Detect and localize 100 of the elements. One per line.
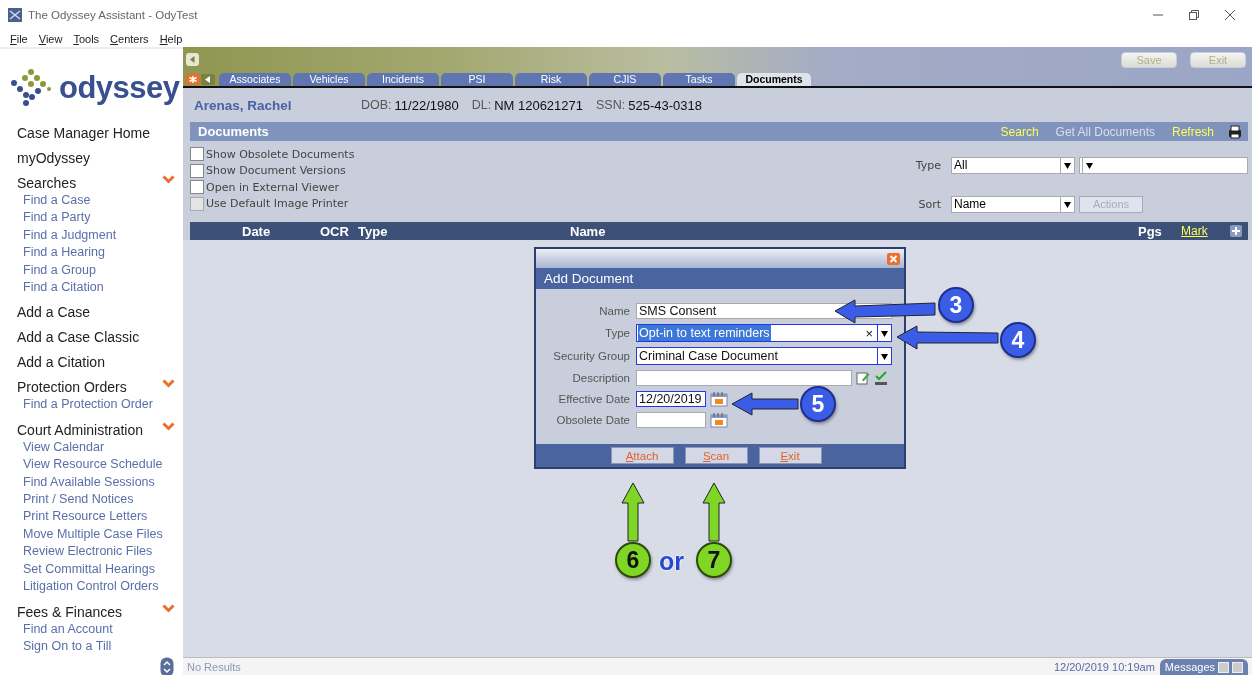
nav-link[interactable]: Find a Protection Order bbox=[23, 396, 153, 414]
edit-note-icon[interactable] bbox=[856, 371, 870, 385]
scroll-icon[interactable] bbox=[160, 657, 174, 675]
nav-link[interactable]: Find an Account bbox=[23, 620, 113, 638]
arrow bbox=[621, 482, 645, 542]
tab[interactable]: Incidents bbox=[367, 73, 439, 86]
status-message: No Results bbox=[186, 660, 242, 673]
printer-icon[interactable] bbox=[1228, 124, 1242, 139]
asterisk-icon[interactable] bbox=[186, 74, 200, 85]
spellcheck-icon[interactable] bbox=[874, 370, 888, 386]
section-heading[interactable]: Court Administration bbox=[17, 421, 144, 439]
status-datetime: 12/20/2019 10:19am bbox=[1053, 660, 1155, 673]
date-field[interactable]: 12/20/2019 bbox=[636, 391, 706, 407]
field-label: Name bbox=[598, 305, 630, 317]
nav-link[interactable]: Set Committal Hearings bbox=[23, 560, 155, 579]
field-value: 11/22/1980 bbox=[394, 97, 459, 113]
mark-link[interactable]: Mark bbox=[1181, 224, 1230, 238]
dropdown[interactable]: All bbox=[951, 156, 1075, 174]
dropdown[interactable]: Criminal Case Document bbox=[636, 347, 892, 365]
menu-item[interactable]: Help bbox=[159, 32, 183, 45]
checkbox-label: Show Obsolete Documents bbox=[206, 147, 355, 161]
date-field[interactable] bbox=[636, 412, 706, 428]
restore-icon[interactable] bbox=[1188, 9, 1200, 21]
person-name: Arenas, Rachel bbox=[194, 97, 293, 113]
field-label: Type bbox=[915, 158, 942, 172]
nav-link[interactable]: Find Available Sessions bbox=[23, 473, 155, 492]
section-heading[interactable]: Searches bbox=[17, 175, 77, 192]
app-icon bbox=[8, 8, 22, 22]
toolbar-link[interactable]: Refresh bbox=[1171, 124, 1214, 139]
field-value: NM 120621271 bbox=[494, 97, 584, 113]
arrow bbox=[702, 482, 726, 542]
nav-link[interactable]: Print Resource Letters bbox=[23, 508, 148, 526]
checkbox[interactable] bbox=[190, 147, 204, 161]
field-label: Description bbox=[571, 372, 630, 384]
column-header: Date bbox=[242, 223, 272, 239]
nav-link[interactable]: Add a Case bbox=[17, 304, 91, 322]
section-heading[interactable]: Protection Orders bbox=[17, 379, 127, 397]
nav-link[interactable]: Sign On to a Till bbox=[23, 637, 112, 656]
checkbox[interactable] bbox=[190, 163, 204, 178]
dropdown[interactable]: Opt-in to text reminders × bbox=[636, 324, 892, 342]
calendar-icon[interactable] bbox=[710, 412, 728, 428]
tab[interactable]: Documents bbox=[737, 73, 811, 86]
dropdown[interactable]: Name bbox=[951, 195, 1075, 213]
field-label: DOB: bbox=[361, 98, 392, 112]
nav-link[interactable]: Add a Case Classic bbox=[17, 329, 140, 347]
nav-link[interactable]: Review Electronic Files bbox=[23, 543, 153, 561]
nav-link[interactable]: Find a Citation bbox=[23, 279, 104, 297]
messages-tab[interactable]: Messages bbox=[1159, 659, 1248, 675]
close-icon[interactable] bbox=[1224, 9, 1236, 21]
tab[interactable]: Risk bbox=[515, 73, 587, 86]
caret-icon[interactable] bbox=[877, 324, 891, 342]
column-header: OCR bbox=[320, 223, 350, 239]
nav-link[interactable]: Find a Group bbox=[23, 261, 96, 280]
checkbox[interactable] bbox=[190, 180, 204, 194]
tab[interactable]: Associates bbox=[219, 73, 291, 86]
nav-link[interactable]: Case Manager Home bbox=[17, 125, 151, 142]
tab[interactable]: PSI bbox=[441, 73, 513, 86]
checkbox-label: Show Document Versions bbox=[206, 164, 346, 177]
panel-title: Documents bbox=[198, 124, 270, 139]
section-heading[interactable]: Fees & Finances bbox=[17, 603, 123, 621]
field-label: Sort bbox=[917, 197, 942, 211]
field-label: Type bbox=[604, 327, 630, 339]
tab[interactable]: Vehicles bbox=[293, 73, 365, 86]
odyssey-logo: odyssey bbox=[11, 69, 180, 107]
menu-item[interactable]: View bbox=[38, 32, 63, 45]
menu-item[interactable]: File bbox=[10, 32, 28, 45]
text-field[interactable] bbox=[636, 370, 852, 386]
caret-icon[interactable] bbox=[877, 347, 891, 365]
nav-link[interactable]: Add a Citation bbox=[17, 354, 105, 372]
field-label: Security Group bbox=[552, 350, 630, 362]
toolbar-link[interactable]: Search bbox=[1000, 124, 1039, 139]
nav-link[interactable]: View Resource Schedule bbox=[23, 456, 163, 474]
nav-link[interactable]: Find a Hearing bbox=[23, 244, 105, 262]
checkbox-label: Use Default Image Printer bbox=[206, 197, 349, 210]
tab[interactable]: CJIS bbox=[589, 73, 661, 86]
nav-link[interactable]: View Calendar bbox=[23, 438, 105, 457]
nav-link[interactable]: Find a Judgment bbox=[23, 226, 117, 245]
arrow bbox=[731, 392, 799, 416]
menu-item[interactable]: Centers bbox=[110, 32, 149, 45]
joiner-text: or bbox=[659, 547, 684, 576]
nav-link[interactable]: Print / Send Notices bbox=[23, 491, 134, 509]
menu-item[interactable]: Tools bbox=[73, 32, 100, 45]
nav-link[interactable]: myOdyssey bbox=[17, 150, 91, 167]
caret-icon[interactable] bbox=[1060, 196, 1074, 212]
caret-icon[interactable] bbox=[1060, 157, 1074, 173]
close-icon[interactable] bbox=[887, 252, 900, 265]
nav-link[interactable]: Find a Case bbox=[23, 192, 91, 210]
checkbox-label: Open in External Viewer bbox=[206, 180, 339, 194]
calendar-icon[interactable] bbox=[710, 391, 728, 407]
tab[interactable]: Tasks bbox=[663, 73, 735, 86]
column-header: Name bbox=[570, 223, 607, 239]
nav-link[interactable]: Find a Party bbox=[23, 209, 91, 227]
field-label: DL: bbox=[471, 98, 492, 112]
field-label: Effective Date bbox=[557, 393, 630, 405]
caret-icon[interactable] bbox=[1082, 157, 1096, 173]
nav-link[interactable]: Move Multiple Case Files bbox=[23, 525, 163, 544]
nav-link[interactable]: Litigation Control Orders bbox=[23, 578, 159, 596]
field-label: SSN: bbox=[596, 98, 626, 112]
column-header: Type bbox=[358, 223, 389, 239]
window-title: The Odyssey Assistant - OdyTest bbox=[28, 9, 199, 21]
